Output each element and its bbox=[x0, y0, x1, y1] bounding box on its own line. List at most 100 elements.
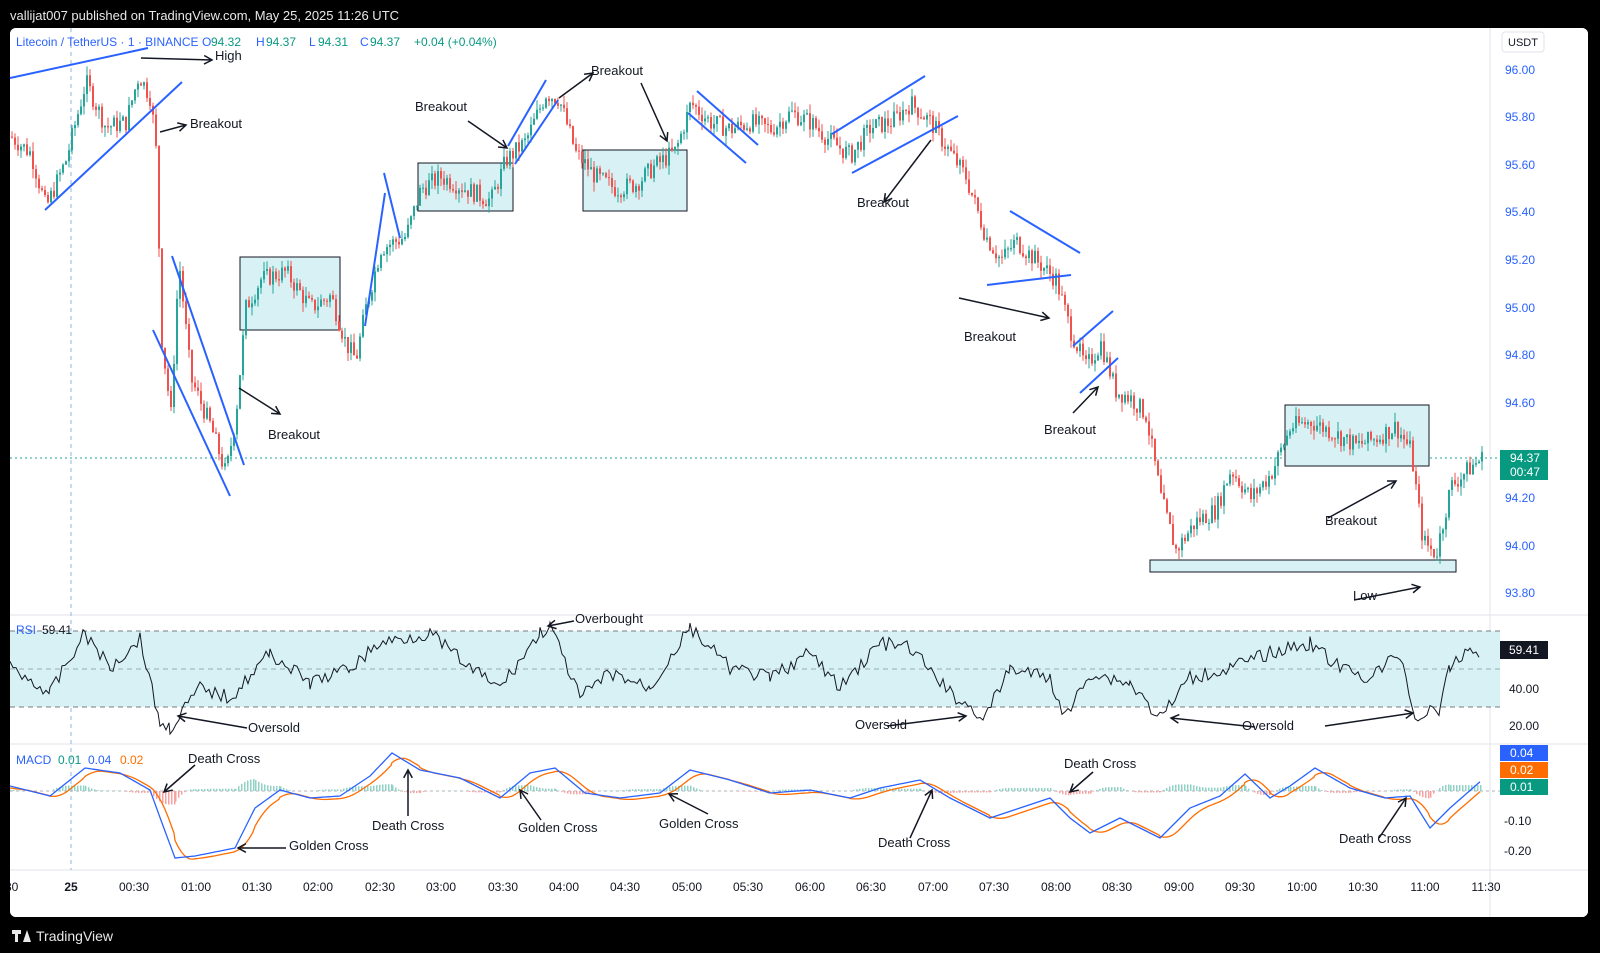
candle-body bbox=[62, 164, 64, 173]
candle-body bbox=[1412, 440, 1414, 472]
brand-name: TradingView bbox=[36, 928, 114, 944]
candle-body bbox=[101, 106, 103, 128]
macd-histogram-bar bbox=[1333, 791, 1335, 793]
candle-body bbox=[869, 124, 871, 134]
candle-body bbox=[785, 121, 787, 129]
candle-body bbox=[1007, 248, 1009, 250]
candle-body bbox=[119, 120, 121, 132]
candle-body bbox=[83, 94, 85, 107]
candle-body bbox=[782, 121, 784, 129]
macd-histogram-bar bbox=[907, 788, 909, 791]
candle-body bbox=[1022, 253, 1024, 257]
macd-histogram-bar bbox=[416, 791, 418, 794]
macd-histogram-bar bbox=[1356, 791, 1358, 792]
macd-histogram-bar bbox=[1450, 784, 1452, 791]
candle-body bbox=[1457, 484, 1459, 487]
candle-body bbox=[1043, 268, 1045, 271]
candle-body bbox=[344, 336, 346, 339]
macd-histogram-bar bbox=[1079, 791, 1081, 794]
annotation-high: High bbox=[215, 48, 242, 63]
macd-histogram-bar bbox=[1005, 788, 1007, 791]
candle-body bbox=[242, 335, 244, 376]
trading-chart[interactable]: Litecoin / TetherUS · 1 · BINANCE O 94.3… bbox=[10, 28, 1588, 917]
candle-body bbox=[1391, 433, 1393, 440]
macd-histogram-bar bbox=[138, 791, 140, 793]
macd-badge-value: 0.01 bbox=[1510, 780, 1534, 794]
macd-histogram-bar bbox=[1047, 788, 1049, 791]
candle-body bbox=[722, 116, 724, 136]
annotation-overbought: Overbought bbox=[575, 611, 643, 626]
time-tick: 07:30 bbox=[979, 880, 1009, 894]
candle-body bbox=[533, 118, 535, 125]
candle-body bbox=[794, 110, 796, 113]
candle-body bbox=[1016, 237, 1018, 240]
candle-body bbox=[404, 236, 406, 240]
candle-body bbox=[173, 363, 175, 407]
candle-body bbox=[422, 187, 424, 189]
candle-body bbox=[413, 206, 415, 217]
macd-histogram-bar bbox=[1032, 788, 1034, 791]
time-tick: 04:30 bbox=[610, 880, 640, 894]
macd-histogram-bar bbox=[1144, 791, 1146, 793]
candle-body bbox=[113, 117, 115, 127]
candle-body bbox=[1229, 474, 1231, 484]
macd-histogram-bar bbox=[1235, 785, 1237, 791]
macd-histogram-bar bbox=[536, 787, 538, 791]
time-tick: 06:30 bbox=[856, 880, 886, 894]
candle-body bbox=[1055, 273, 1057, 286]
candle-body bbox=[1289, 431, 1291, 436]
macd-histogram-bar bbox=[1163, 789, 1165, 791]
macd-histogram-bar bbox=[868, 788, 870, 791]
candle-body bbox=[1400, 434, 1402, 439]
brand-footer[interactable]: TradingView bbox=[12, 926, 113, 946]
macd-histogram-bar bbox=[956, 791, 958, 793]
macd-histogram-bar bbox=[1257, 791, 1259, 794]
macd-histogram-bar bbox=[962, 791, 964, 793]
candle-body bbox=[566, 108, 568, 125]
macd-histogram-bar bbox=[1169, 786, 1171, 791]
candle-body bbox=[656, 156, 658, 166]
macd-histogram-bar bbox=[1433, 791, 1435, 794]
candle-body bbox=[596, 168, 598, 183]
candle-body bbox=[743, 125, 745, 130]
candle-body bbox=[407, 224, 409, 237]
candle-body bbox=[1376, 439, 1378, 443]
candle-body bbox=[551, 99, 553, 102]
candle-body bbox=[1151, 435, 1153, 439]
macd-histogram-bar bbox=[779, 789, 781, 791]
macd-histogram-bar bbox=[244, 781, 246, 791]
candle-body bbox=[284, 267, 286, 271]
candle-body bbox=[1268, 476, 1270, 487]
macd-histogram-bar bbox=[1462, 785, 1464, 791]
candle-body bbox=[524, 138, 526, 141]
macd-histogram-bar bbox=[1339, 791, 1341, 793]
candle-body bbox=[1406, 439, 1408, 444]
candle-body bbox=[764, 118, 766, 124]
macd-histogram-bar bbox=[1117, 787, 1119, 791]
chart-area[interactable]: Litecoin / TetherUS · 1 · BINANCE O 94.3… bbox=[10, 28, 1588, 917]
candle-body bbox=[563, 104, 565, 109]
candle-body bbox=[248, 300, 250, 308]
macd-histogram-bar bbox=[1315, 786, 1317, 791]
candle-body bbox=[53, 190, 55, 197]
ohlc-low-label: L bbox=[309, 35, 316, 49]
candle-body bbox=[878, 116, 880, 120]
candle-body bbox=[479, 184, 481, 201]
macd-histogram-bar bbox=[231, 788, 233, 791]
candle-body bbox=[497, 186, 499, 189]
candle-body bbox=[692, 102, 694, 106]
candle-body bbox=[536, 109, 538, 119]
candle-body bbox=[1244, 489, 1246, 493]
candle-body bbox=[671, 147, 673, 151]
candle-body bbox=[287, 266, 289, 271]
macd-histogram-bar bbox=[426, 791, 428, 792]
macd-histogram-bar bbox=[1448, 784, 1450, 791]
candle-body bbox=[104, 125, 106, 128]
macd-histogram-bar bbox=[916, 788, 918, 791]
annotation-death-cross: Death Cross bbox=[372, 818, 445, 833]
candle-body bbox=[143, 82, 145, 86]
candle-body bbox=[1340, 431, 1342, 447]
candle-body bbox=[911, 96, 913, 115]
candle-body bbox=[752, 114, 754, 132]
macd-histogram-bar bbox=[466, 791, 468, 792]
